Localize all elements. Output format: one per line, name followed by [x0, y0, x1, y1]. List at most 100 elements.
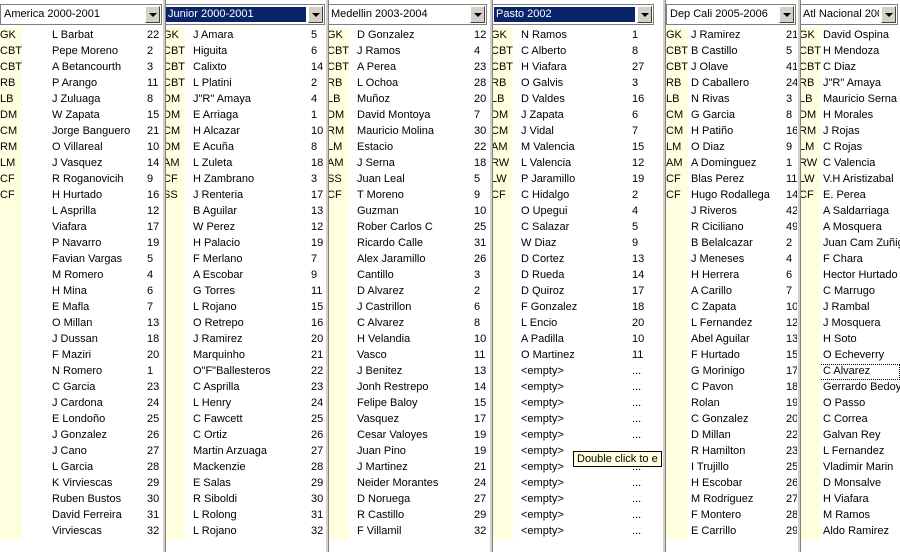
- player-row[interactable]: Alex Jaramillo 26: [327, 252, 489, 268]
- player-row[interactable]: CBT H Mendoza: [799, 44, 900, 60]
- player-row[interactable]: C Alvarez: [799, 364, 900, 380]
- player-row[interactable]: Abel Aguilar 13: [666, 332, 797, 348]
- player-row[interactable]: Gerrardo Bedoya: [799, 380, 900, 396]
- player-row[interactable]: O"F"Ballesteros 22: [163, 364, 325, 380]
- player-row[interactable]: H Viafara: [799, 492, 900, 508]
- player-row[interactable]: J Martinez 21: [327, 460, 489, 476]
- player-row[interactable]: Juan Cam Zuñiga: [799, 236, 900, 252]
- player-row[interactable]: W Perez 12: [163, 220, 325, 236]
- player-row[interactable]: L Fernandez 12: [666, 316, 797, 332]
- player-row[interactable]: <empty>...: [491, 508, 654, 524]
- player-row[interactable]: DM David Montoya 7: [327, 108, 489, 124]
- player-row[interactable]: G Torres 11: [163, 284, 325, 300]
- player-row[interactable]: I Trujillo 25: [666, 460, 797, 476]
- player-row[interactable]: L Fernandez: [799, 444, 900, 460]
- player-row[interactable]: Hector Hurtado: [799, 268, 900, 284]
- player-row[interactable]: R Siboldi 30: [163, 492, 325, 508]
- player-row[interactable]: C Alvarez 8: [327, 316, 489, 332]
- player-row[interactable]: E Salas 29: [163, 476, 325, 492]
- player-row[interactable]: H Herrera 6: [666, 268, 797, 284]
- player-row[interactable]: CF Blas Perez 11: [666, 172, 797, 188]
- player-row[interactable]: L Encio 20: [491, 316, 654, 332]
- player-row[interactable]: J Rambal: [799, 300, 900, 316]
- player-row[interactable]: GK N Ramos 1: [491, 28, 654, 44]
- player-row[interactable]: CBT L Platini 2: [163, 76, 325, 92]
- player-row[interactable]: AM A Dominguez 1: [666, 156, 797, 172]
- player-row[interactable]: AM J Serna 18: [327, 156, 489, 172]
- player-row[interactable]: Galvan Rey: [799, 428, 900, 444]
- player-row[interactable]: CM G Garcia 8: [666, 108, 797, 124]
- player-row[interactable]: M Rodriguez 27: [666, 492, 797, 508]
- player-row[interactable]: H Escobar 26: [666, 476, 797, 492]
- player-row[interactable]: C Pavon 18: [666, 380, 797, 396]
- player-row[interactable]: LB D Valdes 16: [491, 92, 654, 108]
- panel-splitter[interactable]: [162, 0, 166, 552]
- player-row[interactable]: RB J"R" Amaya: [799, 76, 900, 92]
- player-row[interactable]: L Rolong 31: [163, 508, 325, 524]
- player-row[interactable]: RW C Valencia: [799, 156, 900, 172]
- player-row[interactable]: DM E Arriaga 1: [163, 108, 325, 124]
- squad-list[interactable]: GK J Ramirez 21 CBT B Castillo 5 CBT J Olave 41 R…: [666, 28, 797, 540]
- dropdown-arrow-button[interactable]: [637, 6, 652, 23]
- player-row[interactable]: J Mosquera: [799, 316, 900, 332]
- player-row[interactable]: CBT A Perea 23: [327, 60, 489, 76]
- player-row[interactable]: D Cortez 13: [491, 252, 654, 268]
- player-row[interactable]: Rober Carlos C 25: [327, 220, 489, 236]
- player-row[interactable]: Felipe Baloy 15: [327, 396, 489, 412]
- player-row[interactable]: Vladimir Marin: [799, 460, 900, 476]
- player-row[interactable]: Neider Morantes 24: [327, 476, 489, 492]
- player-row[interactable]: RB L Ochoa 28: [327, 76, 489, 92]
- player-row[interactable]: H Mina 6: [0, 284, 162, 300]
- player-row[interactable]: F Maziri 20: [0, 348, 162, 364]
- team-season-dropdown[interactable]: Pasto 2002: [491, 4, 654, 25]
- player-row[interactable]: K Virviescas 29: [0, 476, 162, 492]
- player-row[interactable]: C Salazar 5: [491, 220, 654, 236]
- player-row[interactable]: F Villamil 32: [327, 524, 489, 540]
- player-row[interactable]: C Garcia 23: [0, 380, 162, 396]
- player-row[interactable]: CBT J Ramos 4: [327, 44, 489, 60]
- player-row[interactable]: GK J Amara 5: [163, 28, 325, 44]
- player-row[interactable]: C Zapata 10: [666, 300, 797, 316]
- player-row[interactable]: CF H Zambrano 3: [163, 172, 325, 188]
- player-row[interactable]: C Gonzalez 20: [666, 412, 797, 428]
- player-row[interactable]: A Padilla 10: [491, 332, 654, 348]
- player-row[interactable]: AM L Zuleta 18: [163, 156, 325, 172]
- player-row[interactable]: CF R Roganovicih 9: [0, 172, 162, 188]
- panel-splitter[interactable]: [489, 0, 493, 552]
- player-row[interactable]: J Cardona 24: [0, 396, 162, 412]
- player-row[interactable]: L Rojano 32: [163, 524, 325, 540]
- player-row[interactable]: CBT Higuita 6: [163, 44, 325, 60]
- player-row[interactable]: LW P Jaramillo 19: [491, 172, 654, 188]
- player-row[interactable]: E Mafla 7: [0, 300, 162, 316]
- player-row[interactable]: GK L Barbat 22: [0, 28, 162, 44]
- player-row[interactable]: R Ciciliano 49: [666, 220, 797, 236]
- player-row[interactable]: J Cano 27: [0, 444, 162, 460]
- player-row[interactable]: <empty>...: [491, 396, 654, 412]
- player-row[interactable]: N Romero 1: [0, 364, 162, 380]
- player-row[interactable]: Ricardo Calle 31: [327, 236, 489, 252]
- player-row[interactable]: B Belalcazar 2: [666, 236, 797, 252]
- player-row[interactable]: C Correa: [799, 412, 900, 428]
- player-row[interactable]: F Chara: [799, 252, 900, 268]
- player-row[interactable]: D Noruega 27: [327, 492, 489, 508]
- player-row[interactable]: E Londoño 25: [0, 412, 162, 428]
- player-row[interactable]: Ruben Bustos 30: [0, 492, 162, 508]
- player-row[interactable]: LB Muñoz 20: [327, 92, 489, 108]
- player-row[interactable]: CBT C Diaz: [799, 60, 900, 76]
- player-row[interactable]: LB Mauricio Serna: [799, 92, 900, 108]
- dropdown-arrow-button[interactable]: [145, 6, 160, 23]
- player-row[interactable]: Juan Pino 19: [327, 444, 489, 460]
- team-season-dropdown[interactable]: Atl Nacional 2004-2005: [799, 4, 898, 25]
- player-row[interactable]: M Ramos: [799, 508, 900, 524]
- player-row[interactable]: GK David Ospina: [799, 28, 900, 44]
- player-row[interactable]: CM H Alcazar 10: [163, 124, 325, 140]
- player-row[interactable]: CM H Patiño 16: [666, 124, 797, 140]
- player-row[interactable]: F Gonzalez 18: [491, 300, 654, 316]
- player-row[interactable]: J Benitez 13: [327, 364, 489, 380]
- panel-splitter[interactable]: [797, 0, 801, 552]
- player-row[interactable]: CM Jorge Banguero 21: [0, 124, 162, 140]
- player-row[interactable]: CF Hugo Rodallega 14: [666, 188, 797, 204]
- player-row[interactable]: GK D Gonzalez 12: [327, 28, 489, 44]
- player-row[interactable]: RM O Villareal 10: [0, 140, 162, 156]
- player-row[interactable]: B Aguilar 13: [163, 204, 325, 220]
